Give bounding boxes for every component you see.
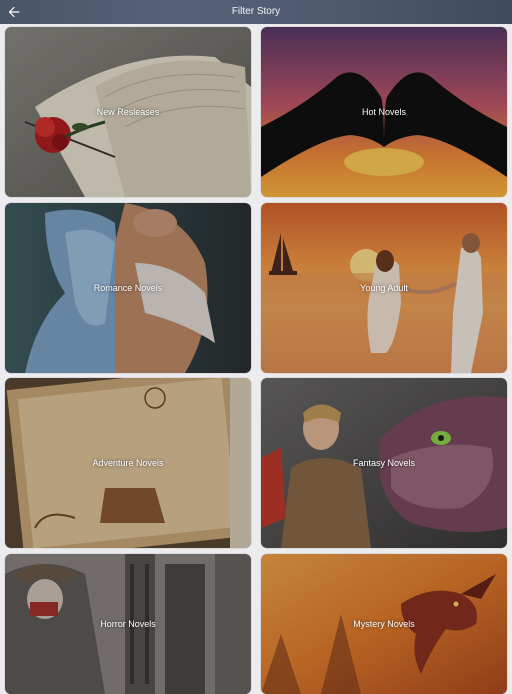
category-card-new-releases[interactable]: New Resleases (5, 27, 251, 197)
category-card-fantasy-novels[interactable]: Fantasy Novels (261, 378, 507, 548)
category-card-hot-novels[interactable]: Hot Novels (261, 27, 507, 197)
category-label: Adventure Novels (92, 458, 164, 468)
category-grid: New Resleases Hot Novels Romance Novels … (0, 24, 512, 694)
category-label: Horror Novels (100, 619, 156, 629)
category-card-mystery-novels[interactable]: Mystery Novels (261, 554, 507, 694)
category-label: Romance Novels (93, 283, 163, 293)
category-card-horror-novels[interactable]: Horror Novels (5, 554, 251, 694)
category-card-adventure-novels[interactable]: Adventure Novels (5, 378, 251, 548)
category-card-young-adult[interactable]: Young Adult (261, 203, 507, 373)
category-label: Mystery Novels (353, 619, 415, 629)
page-title: Filter Story (231, 6, 281, 17)
category-label: Hot Novels (361, 107, 406, 117)
top-bar: Filter Story (0, 0, 512, 24)
category-label: Fantasy Novels (352, 458, 416, 468)
category-label: Young Adult (360, 283, 408, 293)
category-card-romance-novels[interactable]: Romance Novels (5, 203, 251, 373)
category-label: New Resleases (96, 107, 160, 117)
